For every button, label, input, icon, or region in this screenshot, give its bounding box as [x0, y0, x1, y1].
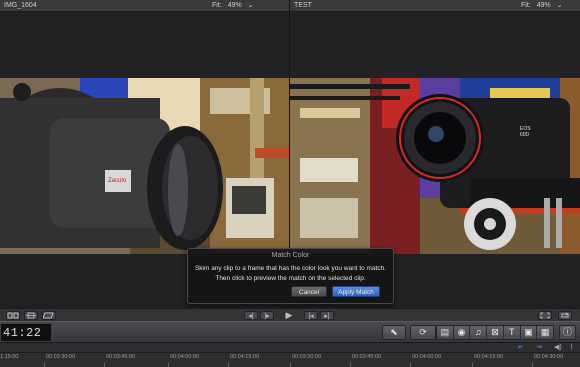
transitions-icon[interactable]: ⊠: [487, 326, 504, 339]
photos-icon[interactable]: ◉: [454, 326, 471, 339]
to-end-icon: ▸|: [324, 313, 330, 320]
apply-match-button[interactable]: Apply Match: [332, 286, 380, 297]
svg-text:60D: 60D: [520, 132, 530, 138]
zoom-out-icon[interactable]: ⇤: [518, 343, 524, 352]
inspector-button[interactable]: ⓘ: [559, 325, 576, 340]
fit-label: Fit:: [521, 2, 531, 9]
left-frame-image: Zacuto: [0, 78, 289, 254]
chevron-down-icon: ⌄: [556, 2, 563, 9]
match-color-dialog: Match Color Skim any clip to a frame tha…: [187, 248, 394, 304]
loop-icon[interactable]: [558, 311, 572, 320]
tick-label: 00:04:00:00: [412, 354, 442, 360]
tick-label: 00:03:30:00: [292, 354, 322, 360]
dialog-instruction-1: Skim any clip to a frame that has the co…: [194, 265, 387, 272]
next-frame-button[interactable]: |▸: [260, 311, 274, 320]
right-clip-name: TEST: [294, 2, 312, 9]
viewer-control-bar: ◂| |▸ ▶ |◂ ▸|: [0, 308, 580, 321]
themes-icon[interactable]: ▦: [537, 326, 553, 339]
timecode-display[interactable]: 41:22: [0, 323, 52, 342]
tick-label: 00:04:15:00: [474, 354, 504, 360]
retime-icon: ⟳: [419, 327, 427, 337]
snapping-icon[interactable]: ⌇: [570, 343, 573, 352]
left-clip-name: IMG_1604: [4, 2, 37, 9]
event-browser-icon[interactable]: ▤: [437, 326, 454, 339]
fullscreen-icon[interactable]: [538, 311, 552, 320]
dialog-instruction-2: Then click to preview the match on the s…: [215, 275, 366, 282]
tick-mark: [104, 362, 105, 367]
step-forward-icon: |▸: [264, 313, 270, 320]
zoom-value: 49%: [536, 2, 551, 9]
fit-label: Fit:: [212, 2, 222, 9]
tool-select-button[interactable]: ⬉: [382, 325, 406, 340]
transform-icon[interactable]: [24, 311, 38, 320]
cancel-button[interactable]: Cancel: [291, 286, 327, 297]
play-icon: ▶: [285, 310, 293, 320]
zoom-value: 49%: [227, 2, 242, 9]
media-browser-group: ▤ ◉ ♫ ⊠ T ▣ ▦: [436, 325, 554, 340]
tick-mark: [410, 362, 411, 367]
tick-label: 00:04:30:00: [534, 354, 564, 360]
left-video-frame: Zacuto: [0, 78, 289, 254]
tick-label: 00:03:30:00: [46, 354, 76, 360]
right-viewer-header: TEST Fit: 49% ⌄: [290, 0, 580, 12]
info-icon: ⓘ: [562, 327, 572, 337]
right-frame-image: EOS 60D: [290, 78, 580, 254]
tick-mark: [168, 362, 169, 367]
go-to-end-button[interactable]: ▸|: [320, 311, 334, 320]
left-fit-zoom[interactable]: Fit: 49% ⌄: [212, 0, 258, 12]
main-toolbar: 41:22 ⬉ ⟳ ▤ ◉ ♫ ⊠ T ▣ ▦ ⓘ: [0, 321, 580, 343]
tick-mark: [472, 362, 473, 367]
zoom-in-icon[interactable]: ⇥: [536, 343, 542, 352]
tick-label: 00:03:45:00: [106, 354, 136, 360]
tick-mark: [532, 362, 533, 367]
to-start-icon: |◂: [308, 313, 314, 320]
retime-button[interactable]: ⟳: [410, 325, 436, 340]
dialog-title: Match Color: [271, 252, 310, 259]
window-layout-icon[interactable]: [6, 311, 20, 320]
audio-icon[interactable]: ◀): [554, 343, 562, 352]
timeline-zoom-strip: ⇤ ⇥ ◀) ⌇: [0, 343, 580, 352]
tick-mark: [290, 362, 291, 367]
previous-edit-button[interactable]: ◂|: [244, 311, 258, 320]
tick-label: 00:03:45:00: [352, 354, 382, 360]
tick-mark: [228, 362, 229, 367]
right-video-frame: EOS 60D: [290, 78, 580, 254]
tick-mark: [350, 362, 351, 367]
titles-icon[interactable]: T: [504, 326, 521, 339]
generators-icon[interactable]: ▣: [521, 326, 538, 339]
tick-label: 00:04:15:00: [230, 354, 260, 360]
tick-mark: [44, 362, 45, 367]
right-fit-zoom[interactable]: Fit: 49% ⌄: [521, 0, 567, 12]
timeline-ruler[interactable]: ⇤ ⇥ ◀) ⌇ 1:15:00 00:03:30:00 00:03:45:00…: [0, 343, 580, 367]
go-to-start-button[interactable]: |◂: [304, 311, 318, 320]
tick-label: 00:04:00:00: [170, 354, 200, 360]
select-tool-icon: ⬉: [390, 327, 398, 337]
ruler-ticks: 1:15:00 00:03:30:00 00:03:45:00 00:04:00…: [0, 352, 580, 367]
chevron-down-icon: ⌄: [247, 2, 254, 9]
svg-text:Zacuto: Zacuto: [108, 178, 127, 184]
tick-label: 1:15:00: [0, 354, 19, 360]
play-button[interactable]: ▶: [282, 311, 296, 320]
left-viewer-header: IMG_1604 Fit: 49% ⌄: [0, 0, 289, 12]
music-icon[interactable]: ♫: [470, 326, 488, 339]
crop-icon[interactable]: [42, 311, 56, 320]
step-back-icon: ◂|: [248, 313, 254, 320]
